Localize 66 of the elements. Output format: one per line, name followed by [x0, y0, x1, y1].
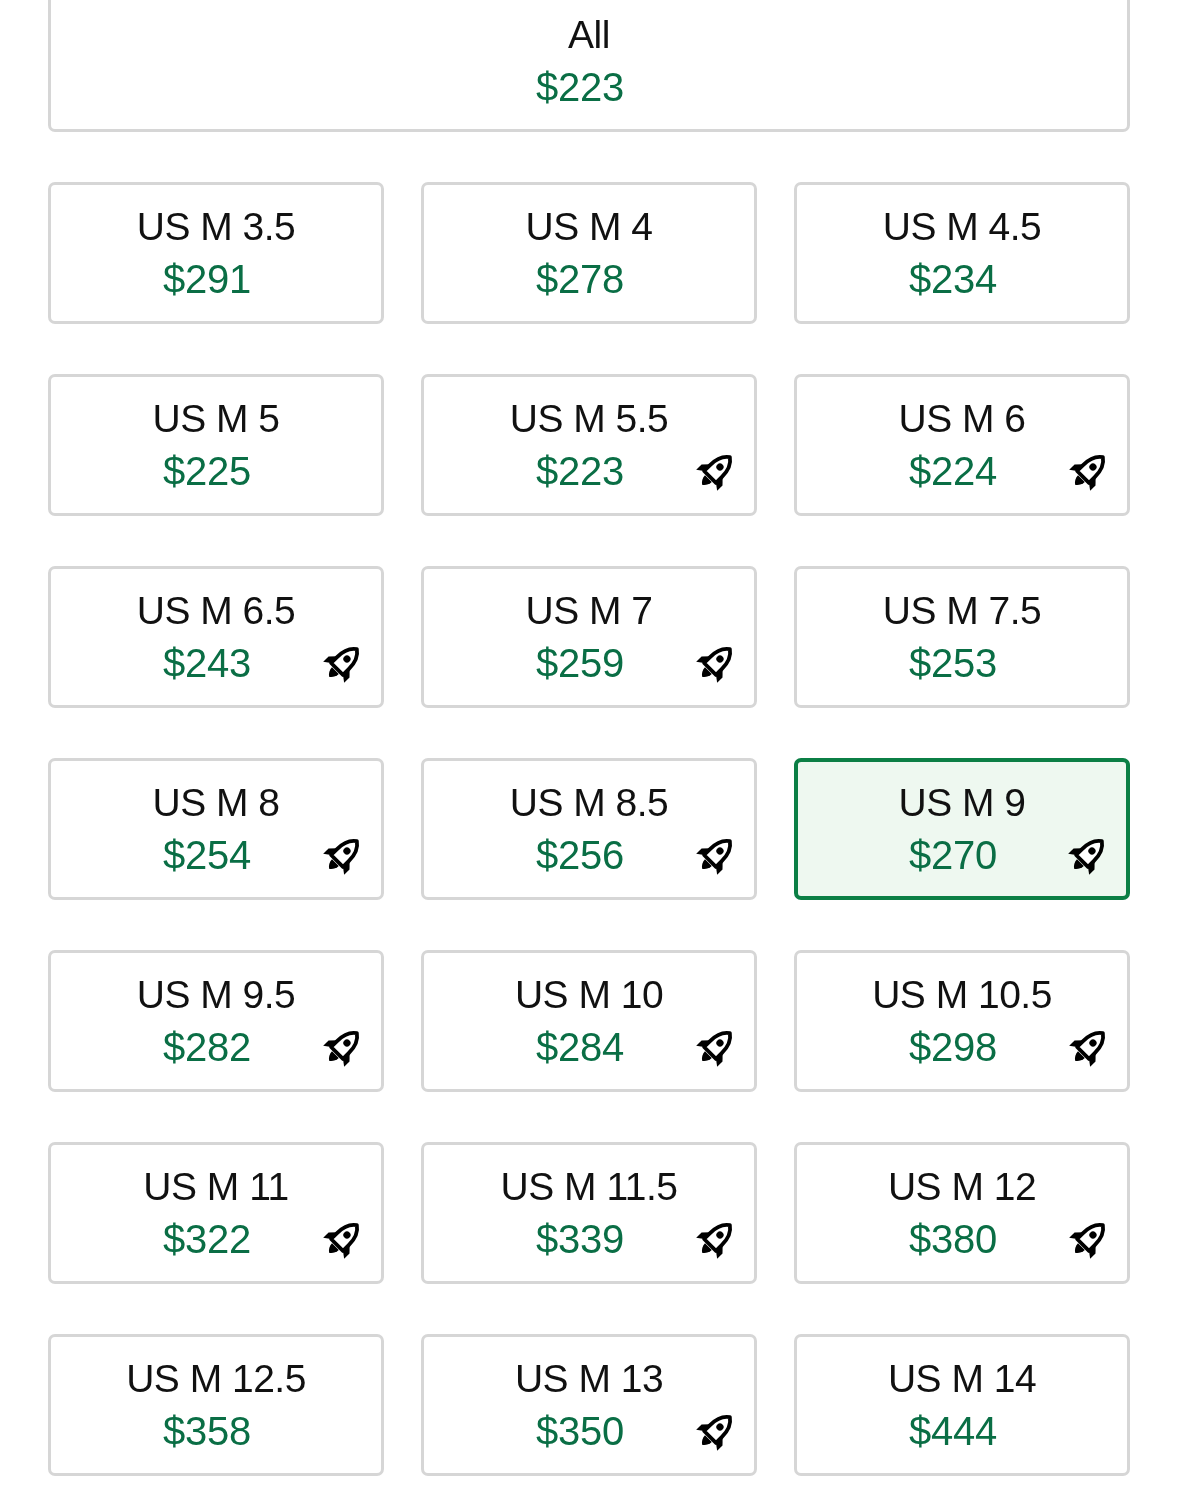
- size-option[interactable]: US M 10 $284: [421, 950, 757, 1092]
- size-label: US M 14: [887, 1356, 1037, 1402]
- size-label: US M 4.5: [882, 204, 1042, 250]
- price-text: $243: [163, 640, 251, 686]
- size-option[interactable]: US M 5 $225: [48, 374, 384, 516]
- price-text: $259: [536, 640, 624, 686]
- size-label: US M 6: [898, 396, 1026, 442]
- size-option[interactable]: US M 3.5 $291: [48, 182, 384, 324]
- size-option[interactable]: US M 7.5 $253: [794, 566, 1130, 708]
- price-text: $256: [536, 832, 624, 878]
- price-text: $282: [163, 1024, 251, 1070]
- size-label: US M 5.5: [509, 396, 669, 442]
- size-option[interactable]: US M 11.5 $339: [421, 1142, 757, 1284]
- size-option[interactable]: US M 14 $444: [794, 1334, 1130, 1476]
- size-label: US M 8.5: [509, 780, 669, 826]
- price-text: $380: [909, 1216, 997, 1262]
- price-text: $253: [909, 640, 997, 686]
- size-option[interactable]: US M 10.5 $298: [794, 950, 1130, 1092]
- size-option[interactable]: US M 8 $254: [48, 758, 384, 900]
- size-label: US M 11.5: [500, 1164, 678, 1210]
- size-label: US M 9.5: [136, 972, 296, 1018]
- size-label: US M 7.5: [882, 588, 1042, 634]
- price-text: $322: [163, 1216, 251, 1262]
- size-label: All: [568, 12, 610, 58]
- size-label: US M 3.5: [136, 204, 296, 250]
- price-text: $291: [163, 256, 251, 302]
- size-label: US M 13: [514, 1356, 664, 1402]
- size-label: US M 6.5: [136, 588, 296, 634]
- price-text: $225: [163, 448, 251, 494]
- size-option[interactable]: US M 9 $270: [794, 758, 1130, 900]
- size-label: US M 10.5: [872, 972, 1052, 1018]
- price-text: $223: [536, 448, 624, 494]
- size-option[interactable]: US M 9.5 $282: [48, 950, 384, 1092]
- price-text: $270: [909, 832, 997, 878]
- size-option[interactable]: US M 6 $224: [794, 374, 1130, 516]
- price-text: $358: [163, 1408, 251, 1454]
- price-text: $339: [536, 1216, 624, 1262]
- size-label: US M 4: [525, 204, 653, 250]
- size-label: US M 11: [143, 1164, 289, 1210]
- size-label: US M 12.5: [126, 1356, 306, 1402]
- size-option[interactable]: US M 7 $259: [421, 566, 757, 708]
- size-label: US M 7: [525, 588, 653, 634]
- size-label: US M 9: [898, 780, 1026, 826]
- price-text: $223: [536, 64, 624, 110]
- price-text: $278: [536, 256, 624, 302]
- price-text: $234: [909, 256, 997, 302]
- price-text: $298: [909, 1024, 997, 1070]
- size-option[interactable]: US M 11 $322: [48, 1142, 384, 1284]
- size-option[interactable]: All $223: [48, 0, 1130, 132]
- price-text: $444: [909, 1408, 997, 1454]
- size-option[interactable]: US M 4.5 $234: [794, 182, 1130, 324]
- price-text: $284: [536, 1024, 624, 1070]
- price-text: $224: [909, 448, 997, 494]
- size-option[interactable]: US M 12 $380: [794, 1142, 1130, 1284]
- size-option[interactable]: US M 4 $278: [421, 182, 757, 324]
- size-label: US M 10: [514, 972, 664, 1018]
- size-option[interactable]: US M 12.5 $358: [48, 1334, 384, 1476]
- price-text: $254: [163, 832, 251, 878]
- size-option[interactable]: US M 13 $350: [421, 1334, 757, 1476]
- size-option[interactable]: US M 6.5 $243: [48, 566, 384, 708]
- size-label: US M 12: [887, 1164, 1037, 1210]
- size-option[interactable]: US M 8.5 $256: [421, 758, 757, 900]
- size-option[interactable]: US M 5.5 $223: [421, 374, 757, 516]
- size-label: US M 5: [152, 396, 280, 442]
- size-label: US M 8: [152, 780, 280, 826]
- price-text: $350: [536, 1408, 624, 1454]
